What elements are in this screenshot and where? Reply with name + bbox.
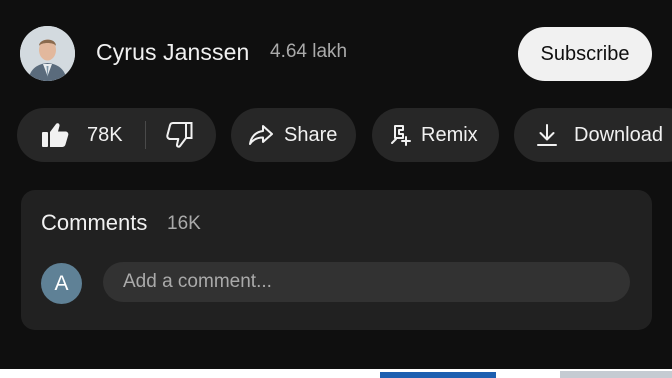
subscriber-count: 4.64 lakh: [270, 41, 348, 62]
thumbs-up-icon: [41, 122, 69, 148]
add-comment-input[interactable]: [103, 262, 630, 302]
next-item-thumbnail-edge: [380, 372, 496, 378]
user-avatar: A: [41, 263, 82, 304]
comments-card[interactable]: Comments 16K A: [21, 190, 652, 330]
subscribe-button[interactable]: Subscribe: [518, 27, 652, 81]
thumbs-down-icon: [165, 122, 193, 148]
remix-label: Remix: [421, 123, 478, 146]
download-icon: [536, 123, 558, 147]
download-button[interactable]: Download: [514, 108, 672, 162]
remix-icon: [389, 123, 413, 147]
channel-name[interactable]: Cyrus Janssen: [96, 39, 249, 66]
dislike-button[interactable]: [165, 108, 193, 162]
like-count: 78K: [87, 123, 123, 146]
share-arrow-icon: [248, 124, 274, 146]
next-item-thumbnail-edge-2: [560, 371, 672, 378]
action-bar: 78K Share Remix Download: [17, 108, 672, 162]
channel-avatar-image: [20, 26, 75, 81]
share-button[interactable]: Share: [231, 108, 356, 162]
channel-avatar[interactable]: [20, 26, 75, 81]
remix-button[interactable]: Remix: [372, 108, 499, 162]
channel-row: Cyrus Janssen 4.64 lakh Subscribe: [20, 26, 652, 82]
comments-title: Comments: [41, 210, 148, 235]
like-divider: [145, 121, 146, 149]
video-details-panel: Cyrus Janssen 4.64 lakh Subscribe 78K Sh…: [0, 0, 672, 378]
like-button[interactable]: 78K: [41, 108, 123, 162]
like-dislike-chip: 78K: [17, 108, 216, 162]
share-label: Share: [284, 123, 338, 146]
comments-count: 16K: [167, 213, 201, 234]
download-label: Download: [574, 123, 663, 146]
